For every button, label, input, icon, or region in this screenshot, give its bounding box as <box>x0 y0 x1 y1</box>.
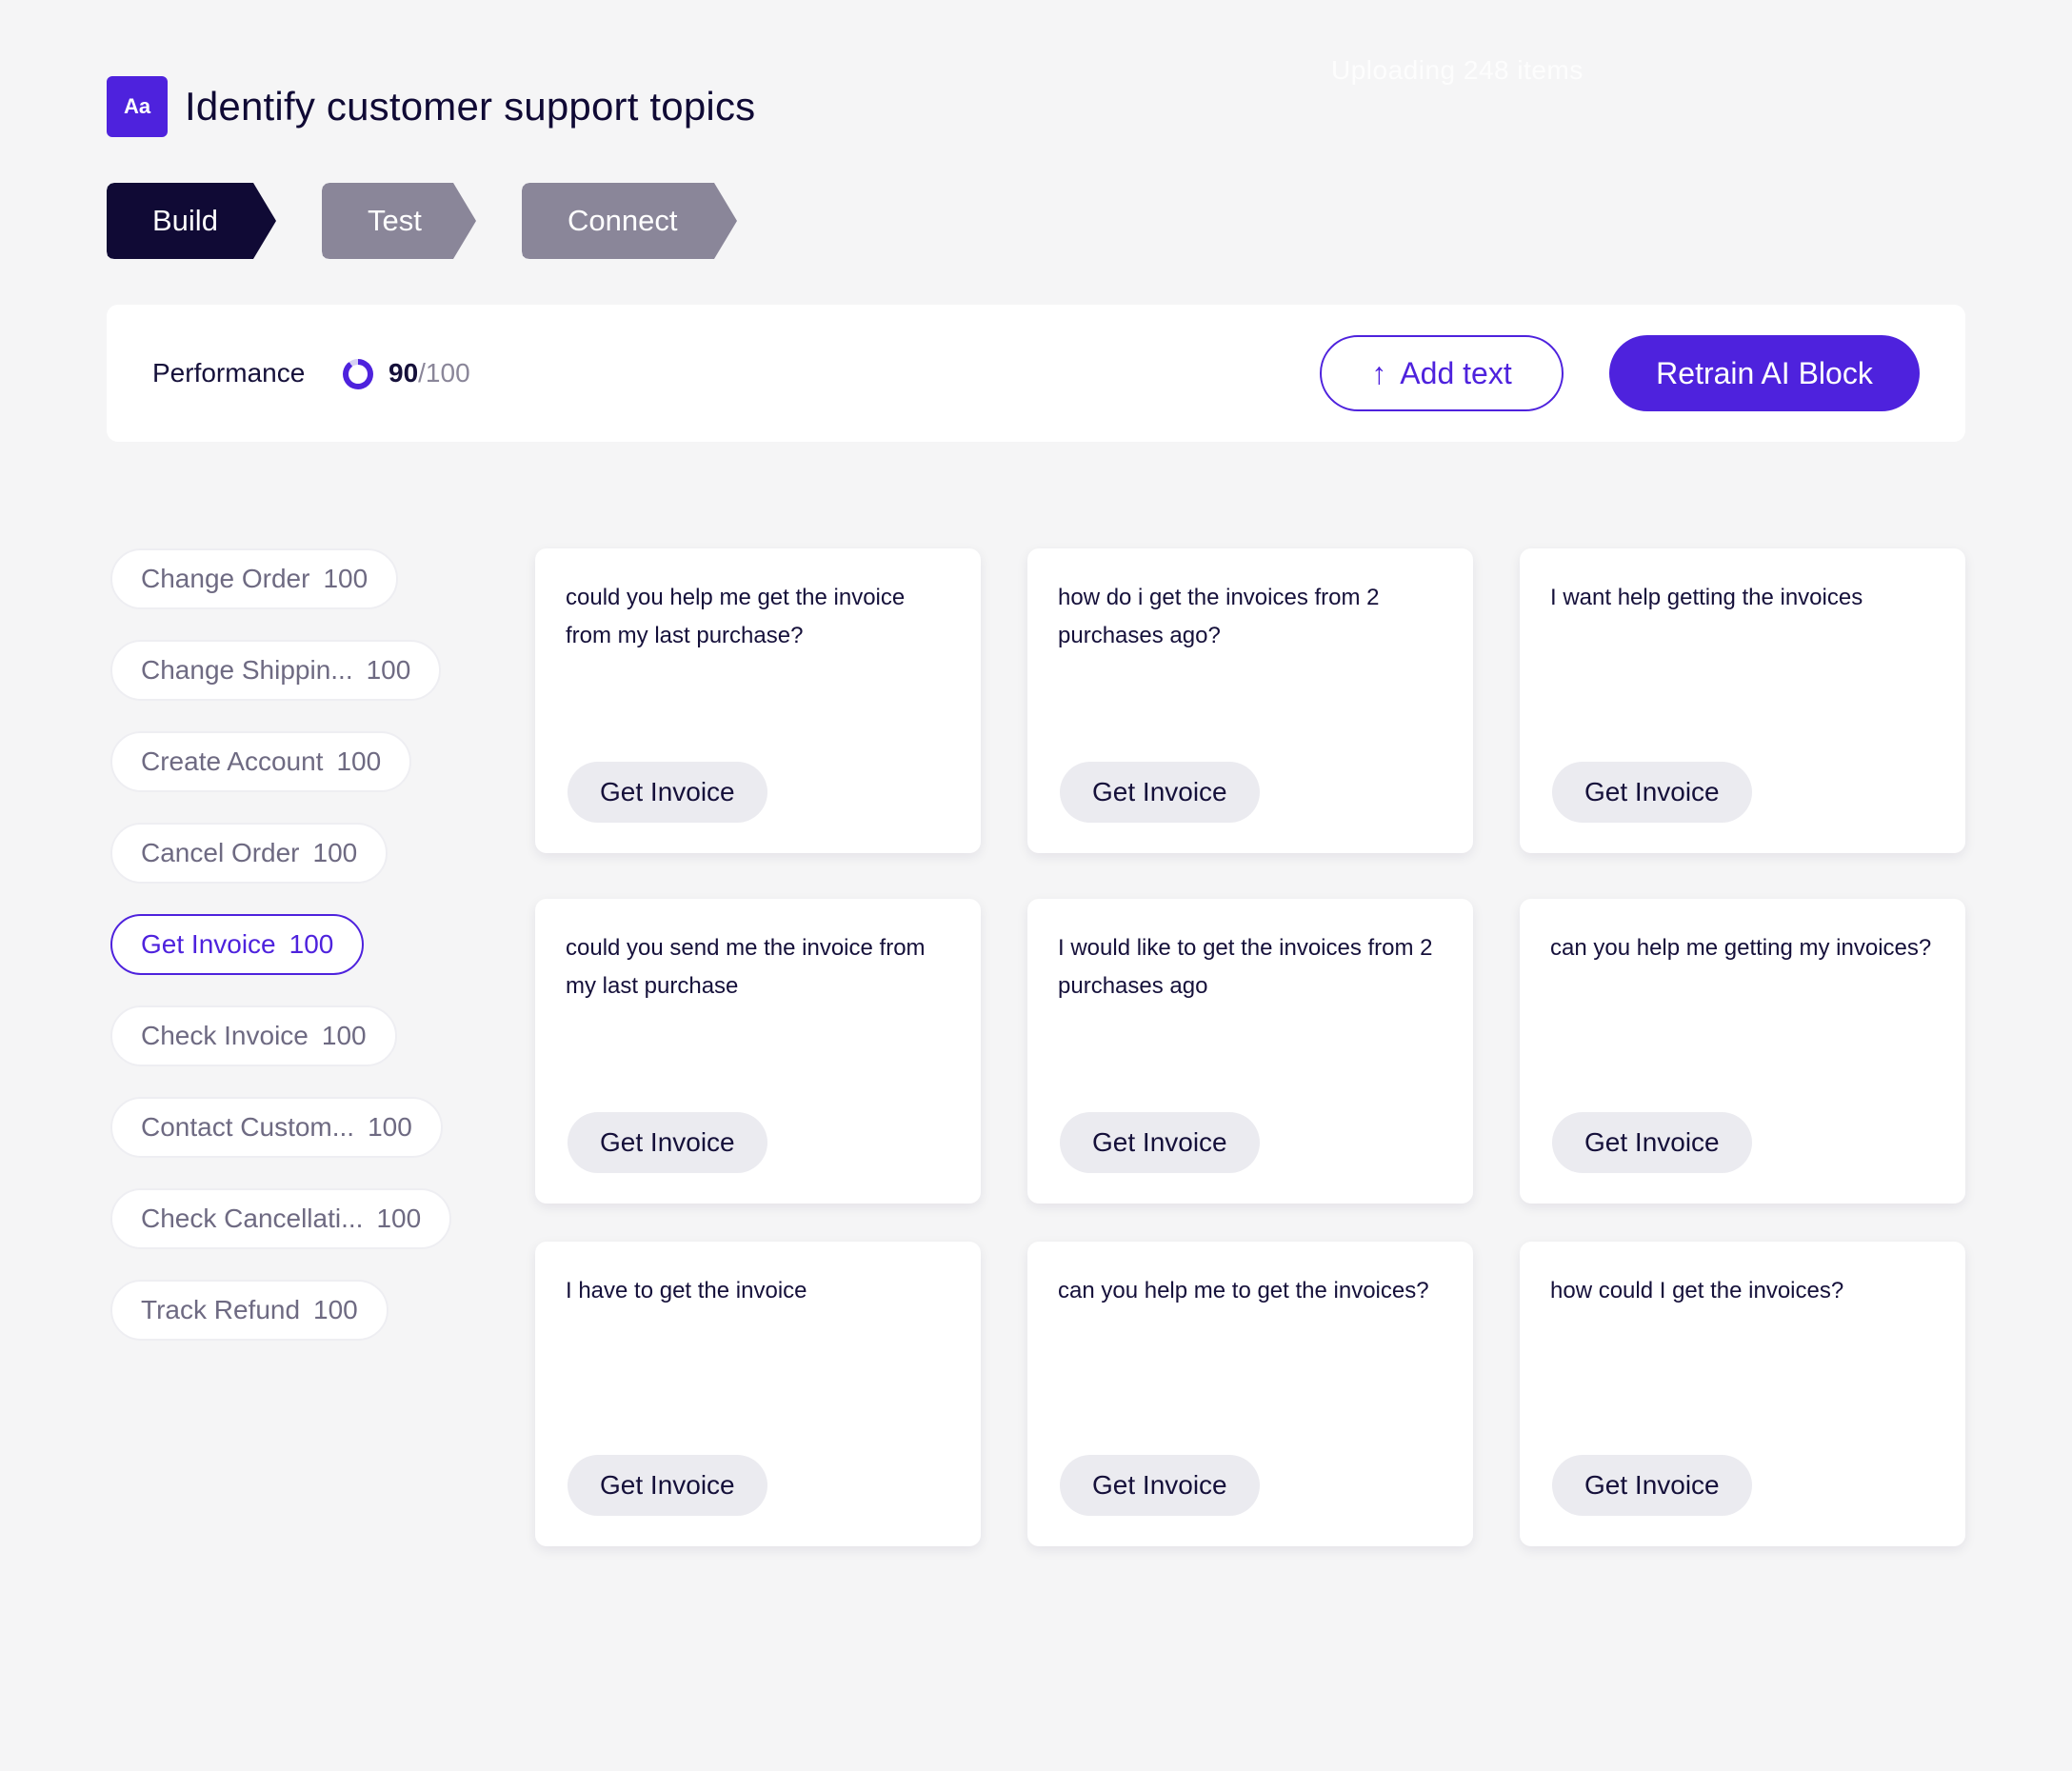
example-text: I want help getting the invoices <box>1550 585 1863 610</box>
step-test-label: Test <box>368 204 422 237</box>
step-connect-label: Connect <box>568 204 678 237</box>
performance-score-value: 90 <box>388 358 419 388</box>
text-block-icon: Aa <box>107 76 168 137</box>
example-text: how do i get the invoices from 2 purchas… <box>1058 585 1380 648</box>
example-card[interactable]: can you help me to get the invoices? Get… <box>1027 1242 1473 1546</box>
topic-count: 100 <box>323 564 369 593</box>
example-text: how could I get the invoices? <box>1550 1278 1844 1303</box>
topic-chip[interactable]: Change Order 100 <box>110 548 399 609</box>
example-text: I have to get the invoice <box>566 1278 807 1303</box>
topic-label: Check Cancellati... <box>141 1204 364 1233</box>
example-card[interactable]: I want help getting the invoices Get Inv… <box>1520 548 1965 853</box>
example-card[interactable]: can you help me getting my invoices? Get… <box>1520 899 1965 1204</box>
topic-chip[interactable]: Contact Custom... 100 <box>110 1097 443 1158</box>
example-label-tag[interactable]: Get Invoice <box>568 1455 767 1516</box>
topic-label: Contact Custom... <box>141 1112 355 1142</box>
step-navigation: Build Test Connect <box>107 183 783 259</box>
page-header: Aa Identify customer support topics <box>107 76 755 137</box>
step-build-label: Build <box>152 204 218 237</box>
topic-count: 100 <box>366 655 411 685</box>
example-card[interactable]: how could I get the invoices? Get Invoic… <box>1520 1242 1965 1546</box>
topic-chip[interactable]: Check Cancellati... 100 <box>110 1188 452 1249</box>
topic-label: Track Refund <box>141 1295 301 1324</box>
example-card[interactable]: I would like to get the invoices from 2 … <box>1027 899 1473 1204</box>
example-text: could you help me get the invoice from m… <box>566 585 906 648</box>
topic-label: Change Order <box>141 564 310 593</box>
example-text: I would like to get the invoices from 2 … <box>1058 935 1433 999</box>
topic-label: Change Shippin... <box>141 655 353 685</box>
example-label-tag[interactable]: Get Invoice <box>1552 1112 1752 1173</box>
topic-list: Change Order 100 Change Shippin... 100 Cre… <box>110 548 452 1371</box>
topic-count: 100 <box>336 746 382 776</box>
performance-label: Performance <box>152 358 306 388</box>
topic-count: 100 <box>376 1204 422 1233</box>
topic-chip[interactable]: Track Refund 100 <box>110 1280 388 1341</box>
topic-count: 100 <box>289 929 334 959</box>
example-text: could you send me the invoice from my la… <box>566 935 926 999</box>
step-build[interactable]: Build <box>107 183 276 259</box>
add-text-button[interactable]: ↑ Add text <box>1320 335 1564 411</box>
example-label-tag[interactable]: Get Invoice <box>1060 1455 1260 1516</box>
example-label-tag[interactable]: Get Invoice <box>1060 762 1260 823</box>
step-test[interactable]: Test <box>322 183 476 259</box>
topic-chip[interactable]: Check Invoice 100 <box>110 1005 397 1066</box>
step-connect[interactable]: Connect <box>522 183 737 259</box>
topic-count: 100 <box>313 1295 358 1324</box>
add-text-label: Add text <box>1400 355 1512 390</box>
arrow-up-icon: ↑ <box>1371 355 1387 390</box>
example-label-tag[interactable]: Get Invoice <box>1552 762 1752 823</box>
page: Uploading 248 items Aa Identify customer… <box>0 0 2072 1771</box>
topic-chip-selected[interactable]: Get Invoice 100 <box>110 914 365 975</box>
performance-score: 90/100 <box>388 358 470 388</box>
example-card[interactable]: I have to get the invoice Get Invoice <box>535 1242 981 1546</box>
example-card[interactable]: could you send me the invoice from my la… <box>535 899 981 1204</box>
example-label-tag[interactable]: Get Invoice <box>568 1112 767 1173</box>
example-card[interactable]: how do i get the invoices from 2 purchas… <box>1027 548 1473 853</box>
topic-label: Get Invoice <box>141 929 276 959</box>
page-title: Identify customer support topics <box>185 84 756 129</box>
topic-count: 100 <box>368 1112 412 1142</box>
example-label-tag[interactable]: Get Invoice <box>568 762 767 823</box>
retrain-ai-block-button[interactable]: Retrain AI Block <box>1609 335 1920 411</box>
topic-count: 100 <box>321 1021 367 1050</box>
performance-bar: Performance 90/100 ↑ Add text Retrain AI… <box>107 305 1965 442</box>
performance-ring-icon <box>343 359 373 389</box>
example-label-tag[interactable]: Get Invoice <box>1060 1112 1260 1173</box>
topic-chip[interactable]: Change Shippin... 100 <box>110 640 442 701</box>
example-label-tag[interactable]: Get Invoice <box>1552 1455 1752 1516</box>
topic-chip[interactable]: Cancel Order 100 <box>110 823 388 884</box>
example-card[interactable]: could you help me get the invoice from m… <box>535 548 981 853</box>
topic-chip[interactable]: Create Account 100 <box>110 731 412 792</box>
example-text: can you help me to get the invoices? <box>1058 1278 1429 1303</box>
topic-label: Cancel Order <box>141 838 300 867</box>
upload-notice: Uploading 248 items <box>1331 55 1584 85</box>
retrain-label: Retrain AI Block <box>1656 355 1873 390</box>
topic-label: Create Account <box>141 746 324 776</box>
topic-label: Check Invoice <box>141 1021 309 1050</box>
example-text: can you help me getting my invoices? <box>1550 935 1932 961</box>
topic-count: 100 <box>312 838 358 867</box>
performance-score-max: /100 <box>418 358 470 388</box>
